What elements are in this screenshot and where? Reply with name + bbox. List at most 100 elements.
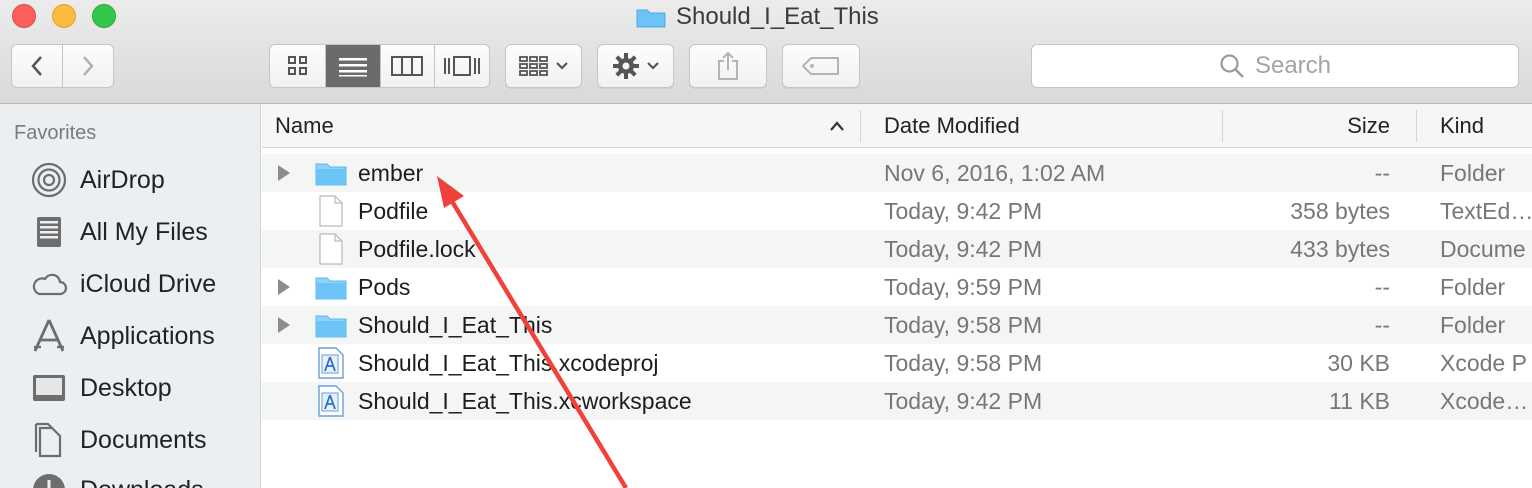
file-row[interactable]: Podfile.lock Today, 9:42 PM 433 bytes Docum… <box>262 230 1532 268</box>
xcode-file-icon <box>314 382 348 420</box>
airdrop-icon <box>30 161 68 199</box>
chevron-right-icon <box>82 56 94 76</box>
file-size: 433 bytes <box>1290 235 1390 262</box>
column-header-size[interactable]: Size <box>1232 104 1390 148</box>
forward-button[interactable] <box>62 45 113 87</box>
sidebar-item-label: All My Files <box>80 217 208 246</box>
file-size: 358 bytes <box>1290 197 1390 224</box>
downloads-icon <box>30 471 68 488</box>
file-date-modified: Today, 9:58 PM <box>884 311 1043 338</box>
folder-icon <box>636 6 666 28</box>
sidebar: Favorites AirDrop All My Files iCloud Dr… <box>0 104 261 488</box>
file-kind: Folder <box>1440 311 1506 338</box>
disclosure-triangle-icon <box>278 279 290 295</box>
list-view-button[interactable] <box>326 45 381 87</box>
chevron-down-icon <box>555 62 568 70</box>
arrange-button[interactable] <box>505 44 582 88</box>
share-button[interactable] <box>689 44 767 88</box>
disclosure-triangle[interactable] <box>278 268 298 306</box>
column-header: Name Date Modified Size Kind <box>262 104 1532 148</box>
file-row[interactable]: Should_I_Eat_This.xcworkspace Today, 9:42… <box>262 382 1532 420</box>
icon-view-button[interactable] <box>270 45 327 87</box>
file-size: 30 KB <box>1327 349 1390 376</box>
sidebar-item-documents[interactable]: Documents <box>30 420 206 460</box>
search-placeholder: Search <box>1254 52 1332 79</box>
file-name: ember <box>358 159 424 186</box>
file-date-modified: Today, 9:42 PM <box>884 387 1043 414</box>
sidebar-item-airdrop[interactable]: AirDrop <box>30 160 165 200</box>
column-view-button[interactable] <box>380 45 435 87</box>
column-header-name[interactable]: Name <box>275 104 855 148</box>
action-button[interactable] <box>597 44 674 88</box>
file-row[interactable]: Podfile Today, 9:42 PM 358 bytes TextEd… <box>262 192 1532 230</box>
xcode-file-icon <box>314 344 348 382</box>
file-list: Name Date Modified Size Kind ember Nov 6,… <box>262 104 1532 488</box>
sidebar-item-applications[interactable]: Applications <box>30 316 215 356</box>
chevron-left-icon <box>31 56 42 76</box>
arrange-icon <box>518 56 548 76</box>
disclosure-triangle[interactable] <box>278 154 298 192</box>
view-mode-selector <box>269 44 490 88</box>
close-window-button[interactable] <box>12 4 36 28</box>
search-field[interactable]: Search <box>1031 44 1519 88</box>
grid-icon <box>287 56 307 75</box>
file-date-modified: Today, 9:42 PM <box>884 235 1043 262</box>
column-header-kind[interactable]: Kind <box>1440 104 1530 148</box>
file-name: Podfile.lock <box>358 235 476 262</box>
file-kind: TextEd… <box>1440 197 1532 224</box>
file-row[interactable]: Pods Today, 9:59 PM -- Folder <box>262 268 1532 306</box>
file-name: Should_I_Eat_This.xcworkspace <box>358 387 692 414</box>
cloud-icon <box>30 265 68 303</box>
window-toolbar: Should_I_Eat_This Search <box>0 0 1532 104</box>
columns-icon <box>391 56 424 76</box>
cover-flow-button[interactable] <box>434 45 489 87</box>
sidebar-item-downloads[interactable]: Downloads <box>30 470 204 488</box>
column-divider[interactable] <box>860 110 861 142</box>
file-kind: Xcode… <box>1440 387 1529 414</box>
documents-icon <box>30 421 68 459</box>
sidebar-item-label: Applications <box>80 321 215 350</box>
sidebar-item-icloud-drive[interactable]: iCloud Drive <box>30 264 216 304</box>
file-name: Podfile <box>358 197 429 224</box>
column-header-date-modified[interactable]: Date Modified <box>884 104 1214 148</box>
file-date-modified: Today, 9:58 PM <box>884 349 1043 376</box>
list-icon <box>339 58 368 77</box>
file-kind: Folder <box>1440 159 1506 186</box>
file-kind: Xcode P <box>1440 349 1527 376</box>
sidebar-item-all-my-files[interactable]: All My Files <box>30 212 208 252</box>
minimize-window-button[interactable] <box>52 4 76 28</box>
window-title: Should_I_Eat_This <box>636 2 879 32</box>
window-title-text: Should_I_Eat_This <box>676 3 879 30</box>
file-date-modified: Today, 9:42 PM <box>884 197 1043 224</box>
zoom-window-button[interactable] <box>92 4 116 28</box>
file-row[interactable]: ember Nov 6, 2016, 1:02 AM -- Folder <box>262 154 1532 192</box>
desktop-icon <box>30 369 68 407</box>
disclosure-triangle-icon <box>278 165 290 181</box>
gear-icon <box>612 53 639 79</box>
file-row[interactable]: Should_I_Eat_This.xcodeproj Today, 9:58 P… <box>262 344 1532 382</box>
file-kind: Docume <box>1440 235 1526 262</box>
back-button[interactable] <box>12 45 63 87</box>
file-size: -- <box>1374 273 1390 300</box>
all-my-files-icon <box>30 213 68 251</box>
file-row[interactable]: Should_I_Eat_This Today, 9:58 PM -- Folder <box>262 306 1532 344</box>
sidebar-item-desktop[interactable]: Desktop <box>30 368 172 408</box>
column-divider[interactable] <box>1416 110 1417 142</box>
file-date-modified: Nov 6, 2016, 1:02 AM <box>884 159 1106 186</box>
file-kind: Folder <box>1440 273 1506 300</box>
tag-icon <box>801 57 839 75</box>
edit-tags-button[interactable] <box>782 44 860 88</box>
cover-flow-icon <box>443 56 480 76</box>
sidebar-item-label: Documents <box>80 425 207 454</box>
folder-icon <box>314 154 348 192</box>
folder-icon <box>314 268 348 306</box>
file-name: Pods <box>358 273 411 300</box>
file-name: Should_I_Eat_This.xcodeproj <box>358 349 659 376</box>
column-divider[interactable] <box>1222 110 1223 142</box>
sort-ascending-icon <box>829 104 849 148</box>
file-date-modified: Today, 9:59 PM <box>884 273 1043 300</box>
disclosure-triangle[interactable] <box>278 306 298 344</box>
disclosure-triangle-icon <box>278 317 290 333</box>
sidebar-item-label: Downloads <box>80 476 204 488</box>
sidebar-heading: Favorites <box>14 122 97 144</box>
